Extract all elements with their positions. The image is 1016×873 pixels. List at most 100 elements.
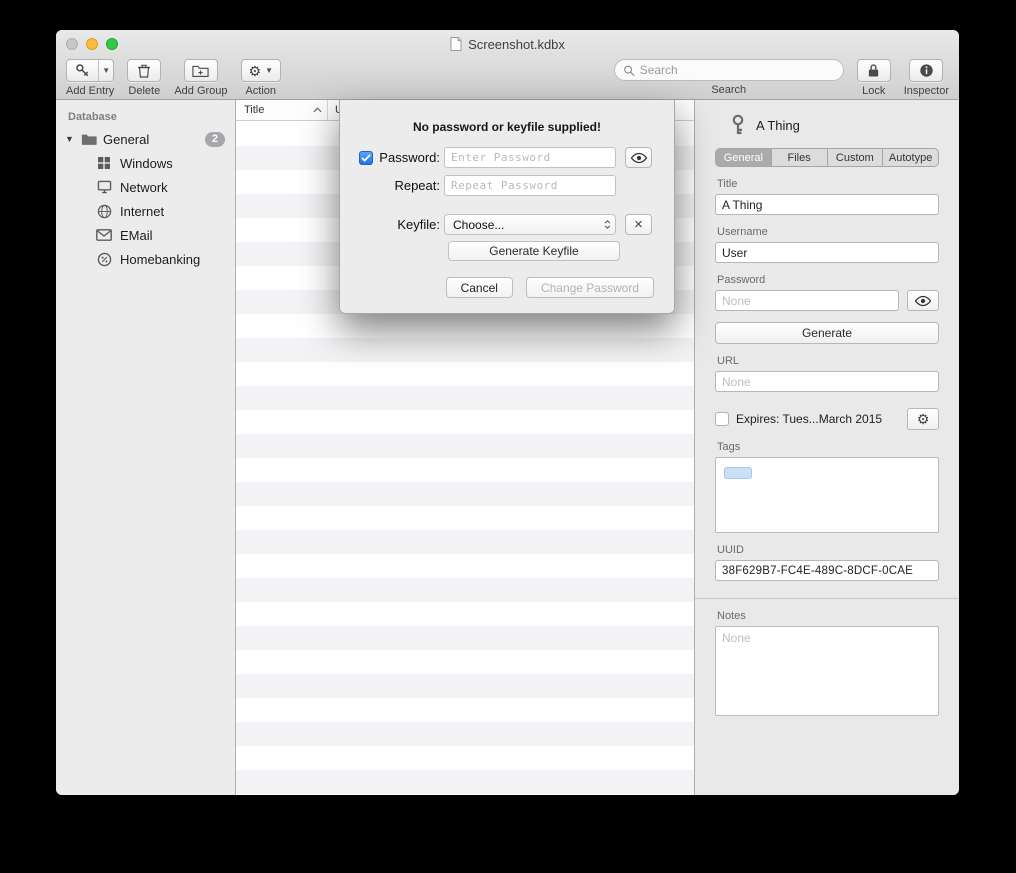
repeat-label: Repeat:	[394, 178, 440, 193]
password-label: Password:	[379, 150, 440, 165]
cancel-button[interactable]: Cancel	[446, 277, 513, 298]
lock-button[interactable]	[857, 59, 891, 82]
trash-icon	[137, 63, 151, 78]
clear-keyfile-button[interactable]: ×	[625, 214, 652, 235]
search-input[interactable]	[640, 63, 835, 77]
add-entry-item: ▼ Add Entry	[66, 59, 114, 97]
title-label: Title	[717, 178, 939, 190]
sidebar-item-internet[interactable]: Internet	[56, 199, 235, 223]
globe-icon	[96, 203, 112, 219]
tab-custom[interactable]: Custom	[827, 149, 883, 166]
minimize-button[interactable]	[86, 38, 98, 50]
sidebar-item-label: General	[103, 132, 149, 147]
column-header-title[interactable]: Title	[236, 100, 328, 120]
sheet-message: No password or keyfile supplied!	[340, 120, 674, 134]
folder-icon	[81, 131, 97, 147]
sidebar-item-email[interactable]: EMail	[56, 223, 235, 247]
toolbar: ▼ Add Entry Delete Add Group	[56, 58, 959, 100]
sheet-buttons: Cancel Change Password	[446, 277, 654, 298]
key-icon	[729, 114, 747, 136]
coin-percent-icon	[96, 251, 112, 267]
tags-box[interactable]	[715, 457, 939, 533]
reveal-password-button[interactable]	[907, 290, 939, 311]
window-chrome: Screenshot.kdbx ▼ Add Entry	[56, 30, 959, 100]
zoom-button[interactable]	[106, 38, 118, 50]
sidebar-item-general[interactable]: ▼ General 2	[56, 127, 235, 151]
search-field[interactable]	[614, 59, 844, 81]
sidebar-item-label: Homebanking	[120, 252, 200, 267]
chevron-down-icon: ▼	[265, 66, 273, 75]
inspector-panel: A Thing General Files Custom Autotype Ti…	[694, 100, 959, 795]
window-title: Screenshot.kdbx	[468, 37, 565, 52]
generate-button[interactable]: Generate	[715, 322, 939, 344]
toolbar-left-group: ▼ Add Entry Delete Add Group	[66, 59, 281, 97]
keyfile-popup[interactable]: Choose...	[444, 214, 616, 235]
change-password-button[interactable]: Change Password	[526, 277, 654, 298]
close-x-icon: ×	[634, 217, 643, 232]
entry-count-badge: 2	[205, 132, 225, 147]
delete-button[interactable]	[127, 59, 161, 82]
sidebar-section-header: Database	[56, 109, 235, 127]
popup-stepper-icon	[604, 220, 611, 229]
add-entry-label: Add Entry	[66, 85, 114, 97]
reveal-password-button[interactable]	[625, 147, 652, 168]
check-icon	[361, 154, 371, 162]
keyfile-row: Keyfile: Choose... ×	[340, 214, 674, 235]
envelope-icon	[96, 227, 112, 243]
add-entry-button[interactable]: ▼	[66, 59, 114, 82]
key-icon	[67, 60, 98, 81]
lock-item: Lock	[857, 59, 891, 97]
expires-checkbox[interactable]	[715, 412, 729, 426]
tab-autotype[interactable]: Autotype	[882, 149, 938, 166]
expires-settings-button[interactable]: ⚙	[907, 408, 939, 430]
tags-label: Tags	[717, 441, 939, 453]
notes-area[interactable]	[715, 626, 939, 716]
uuid-field[interactable]	[715, 560, 939, 581]
repeat-password-input[interactable]	[444, 175, 616, 196]
notes-label: Notes	[717, 610, 939, 622]
tag-chip[interactable]	[724, 467, 752, 479]
sidebar-item-label: Windows	[120, 156, 173, 171]
username-label: Username	[717, 226, 939, 238]
sidebar-item-network[interactable]: Network	[56, 175, 235, 199]
search-icon	[623, 64, 635, 77]
enter-password-input[interactable]	[444, 147, 616, 168]
keyfile-value: Choose...	[453, 218, 504, 232]
sidebar-item-label: Network	[120, 180, 168, 195]
action-button[interactable]: ⚙ ▼	[241, 59, 281, 82]
url-field[interactable]	[715, 371, 939, 392]
title-field[interactable]	[715, 194, 939, 215]
disclosure-triangle-icon[interactable]: ▼	[65, 134, 75, 144]
expires-label: Expires: Tues...March 2015	[736, 412, 882, 426]
tab-files[interactable]: Files	[771, 149, 827, 166]
window-title-group: Screenshot.kdbx	[450, 37, 565, 52]
traffic-lights	[66, 38, 118, 50]
inspector-entry-header: A Thing	[715, 110, 939, 148]
generate-keyfile-button[interactable]: Generate Keyfile	[448, 241, 620, 261]
password-field[interactable]	[715, 290, 899, 311]
divider	[695, 598, 959, 599]
sheet-form: Password: Repeat: Keyfile: Choose...	[340, 147, 674, 261]
inspector-label: Inspector	[904, 85, 949, 97]
inspector-button[interactable]	[909, 59, 943, 82]
action-label: Action	[245, 85, 276, 97]
sidebar-item-label: EMail	[120, 228, 153, 243]
sort-ascending-icon	[313, 107, 322, 113]
tab-general[interactable]: General	[716, 149, 771, 166]
info-icon	[919, 63, 934, 78]
add-entry-dropdown[interactable]: ▼	[98, 60, 113, 81]
inspector-tabs: General Files Custom Autotype	[715, 148, 939, 167]
windows-icon	[96, 155, 112, 171]
sidebar-item-windows[interactable]: Windows	[56, 151, 235, 175]
password-row: Password:	[340, 147, 674, 168]
repeat-row: Repeat:	[340, 175, 674, 196]
add-group-button[interactable]	[184, 59, 218, 82]
document-icon	[450, 37, 462, 51]
search-label: Search	[711, 84, 746, 96]
uuid-label: UUID	[717, 544, 939, 556]
sidebar-item-homebanking[interactable]: Homebanking	[56, 247, 235, 271]
password-checkbox[interactable]	[359, 151, 373, 165]
folder-plus-icon	[192, 64, 209, 78]
username-field[interactable]	[715, 242, 939, 263]
sidebar-item-label: Internet	[120, 204, 164, 219]
